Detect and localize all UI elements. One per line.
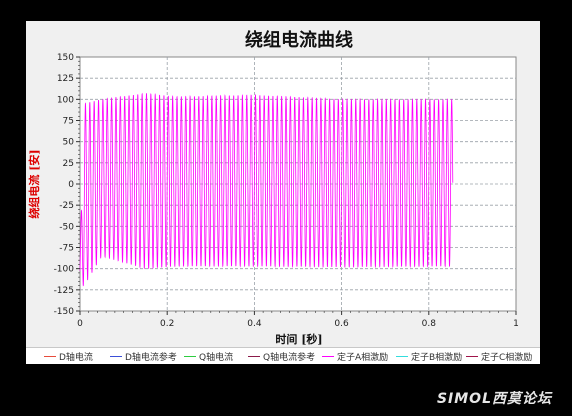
legend-item[interactable]: D轴电流 [44, 348, 93, 364]
legend-swatch [322, 355, 334, 357]
y-tick-label: 25 [63, 159, 74, 169]
x-tick-label: 0.2 [160, 319, 174, 329]
y-tick-label: -125 [54, 286, 74, 296]
chart-frame: 绕组电流曲线 150 125 100 75 50 25 0 -25 -50 -75 -100 -125… [26, 21, 540, 363]
y-tick-label: 100 [57, 95, 74, 105]
legend-swatch [396, 355, 408, 357]
watermark-logo: SIMOL西莫论坛 [436, 391, 552, 407]
y-tick-label: 150 [57, 53, 74, 63]
legend-item[interactable]: 定子A相激励 [322, 348, 388, 364]
y-tick-label: -100 [54, 265, 75, 275]
x-tick-label: 1 [513, 319, 519, 329]
legend-swatch [466, 355, 478, 357]
y-tick-label: -25 [59, 201, 74, 211]
y-tick-label: -150 [54, 307, 75, 317]
legend-item[interactable]: 定子B相激励 [396, 348, 462, 364]
legend-swatch [184, 355, 196, 357]
y-tick-label: 75 [63, 117, 74, 127]
y-tick-label: 125 [57, 74, 74, 84]
legend-label: 定子A相激励 [337, 352, 389, 363]
x-axis-label: 时间 [秒] [275, 332, 322, 346]
chart-svg: 绕组电流曲线 150 125 100 75 50 25 0 -25 -50 -75 -100 -125… [27, 29, 519, 346]
chart-legend: D轴电流 D轴电流参考 Q轴电流 Q轴电流参考 定子A相激励 定子B相激励 定子C相激励 [26, 347, 540, 364]
legend-item[interactable]: Q轴电流参考 [248, 348, 315, 364]
legend-swatch [248, 355, 260, 357]
legend-swatch [110, 355, 122, 357]
y-axis-label: 绕组电流 [安] [27, 149, 41, 218]
legend-label: Q轴电流 [199, 352, 234, 363]
legend-label: Q轴电流参考 [263, 352, 316, 363]
legend-label: 定子C相激励 [481, 352, 533, 363]
legend-label: D轴电流 [59, 352, 93, 363]
x-tick-label: 0 [77, 319, 83, 329]
legend-label: D轴电流参考 [125, 352, 177, 363]
chart-title: 绕组电流曲线 [245, 29, 353, 51]
x-tick-label: 0.4 [247, 319, 262, 329]
y-tick-label: -50 [59, 222, 74, 232]
legend-item[interactable]: Q轴电流 [184, 348, 233, 364]
legend-swatch [44, 355, 56, 357]
y-tick-label: -75 [59, 244, 74, 254]
legend-label: 定子B相激励 [411, 352, 463, 363]
legend-item[interactable]: D轴电流参考 [110, 348, 177, 364]
x-tick-label: 0.6 [334, 319, 349, 329]
y-tick-label: 50 [63, 138, 75, 148]
x-tick-label: 0.8 [422, 319, 437, 329]
y-tick-label: 0 [68, 180, 74, 190]
legend-item[interactable]: 定子C相激励 [466, 348, 532, 364]
